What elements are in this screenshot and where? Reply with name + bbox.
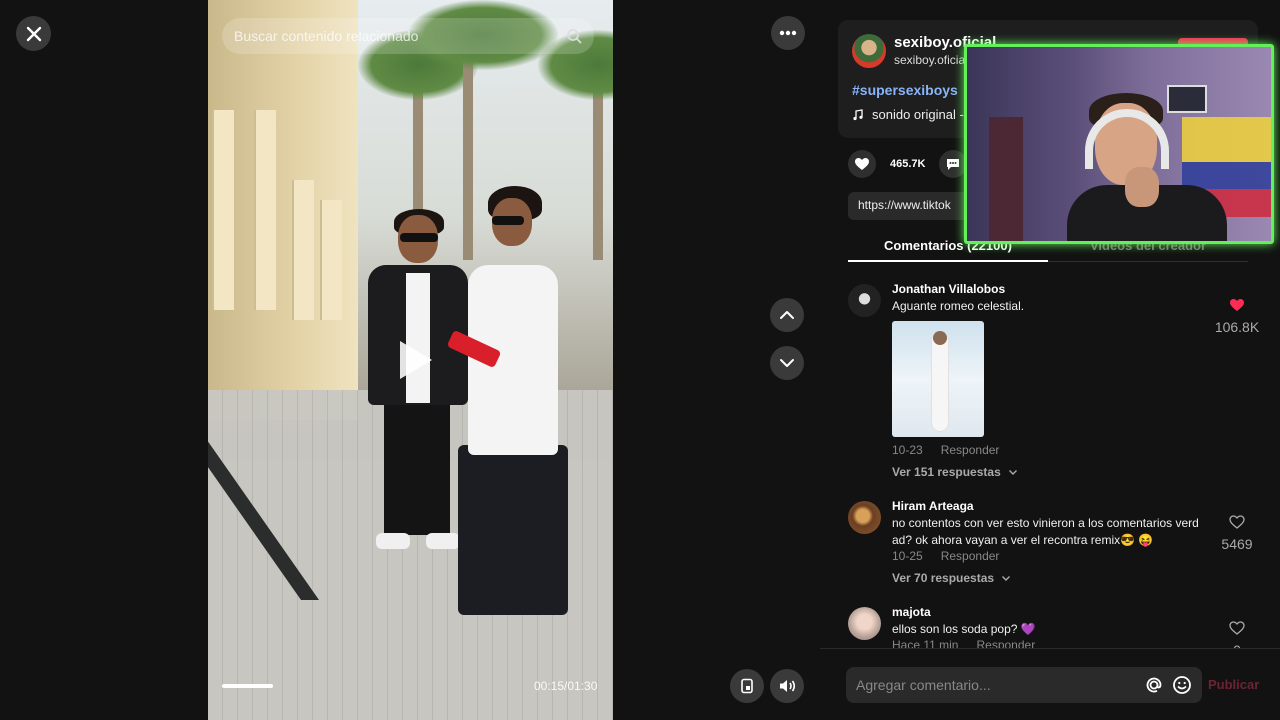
like-count: 465.7K [890, 158, 926, 170]
comment-like-count: 5469 [1221, 536, 1253, 552]
comment-input-box[interactable] [846, 667, 1202, 703]
comment-avatar[interactable] [848, 284, 881, 317]
comment-date: 10-25 [892, 549, 923, 563]
comment-item: Jonathan Villalobos Aguante romeo celest… [848, 280, 1260, 479]
previous-video-button[interactable] [770, 298, 804, 332]
reply-button[interactable]: Responder [941, 549, 1000, 563]
related-search-input[interactable] [234, 28, 566, 44]
comment-author[interactable]: majota [892, 603, 1202, 621]
search-icon[interactable] [566, 28, 582, 44]
hashtag-link[interactable]: #supersexiboys [852, 82, 958, 98]
comment-date: Hace 11 min [892, 638, 959, 648]
pip-button[interactable] [730, 669, 764, 703]
webcam-door [989, 117, 1023, 241]
reply-button[interactable]: Responder [941, 443, 1000, 457]
comment-bubble-icon [947, 159, 960, 170]
mention-icon[interactable] [1144, 675, 1164, 695]
comment-avatar[interactable] [848, 501, 881, 534]
engagement-stats: 465.7K [848, 150, 968, 178]
video-person-left [368, 209, 468, 635]
next-video-button[interactable] [770, 346, 804, 380]
comment-input[interactable] [856, 677, 1144, 693]
comment-composer: Publicar [820, 648, 1280, 720]
comment-author[interactable]: Jonathan Villalobos [892, 280, 1202, 298]
video-scene-column [254, 110, 276, 310]
music-note-icon [853, 108, 863, 120]
heart-outline-icon [1229, 515, 1245, 529]
heart-outline-icon [1229, 621, 1245, 635]
author-handle[interactable]: sexiboy.oficial [894, 53, 968, 67]
comment-author[interactable]: Hiram Arteaga [892, 497, 1202, 515]
active-tab-indicator [848, 260, 1048, 262]
view-replies-button[interactable]: Ver 70 respuestas [892, 571, 1202, 585]
comment-list[interactable]: Jonathan Villalobos Aguante romeo celest… [848, 280, 1260, 648]
webcam-overlay [964, 44, 1274, 244]
more-options-button[interactable] [771, 16, 805, 50]
view-replies-label: Ver 151 respuestas [892, 465, 1001, 479]
comment-like-count: 106.8K [1214, 319, 1260, 335]
comment-like-button[interactable]: 5469 [1214, 515, 1260, 552]
comment-like-button[interactable]: 0 [1214, 621, 1260, 648]
close-icon [26, 26, 41, 41]
playback-time: 00:15/01:30 [534, 679, 598, 693]
progress-bar[interactable] [222, 684, 522, 688]
like-button[interactable] [848, 150, 876, 178]
webcam-wall-picture [1167, 85, 1207, 113]
picture-in-picture-icon [741, 678, 753, 694]
author-avatar[interactable] [852, 34, 886, 68]
emoji-icon[interactable] [1172, 675, 1192, 695]
video-scene-column [320, 200, 342, 320]
close-button[interactable] [16, 16, 51, 51]
comment-text: Aguante romeo celestial. [892, 299, 1025, 313]
more-horizontal-icon [779, 30, 797, 36]
chevron-down-icon [1009, 470, 1018, 475]
webcam-person-hand [1125, 167, 1159, 207]
comment-date: 10-23 [892, 443, 923, 457]
heart-filled-icon [1230, 299, 1244, 311]
comment-item: Hiram Arteaga no contentos con ver esto … [848, 497, 1260, 585]
chevron-up-icon [780, 311, 794, 319]
progress-fill [222, 684, 273, 688]
comment-text: no contentos con ver esto vinieron a los… [892, 516, 1199, 547]
view-replies-button[interactable]: Ver 151 respuestas [892, 465, 1202, 479]
play-icon[interactable] [388, 335, 438, 385]
reply-button[interactable]: Responder [976, 638, 1035, 648]
comment-text: ellos son los soda pop? 💜 [892, 622, 1036, 636]
video-scene-column [212, 110, 234, 310]
chevron-down-icon [780, 359, 794, 367]
sound-row[interactable]: sonido original - [852, 107, 964, 122]
comment-image[interactable] [892, 321, 984, 437]
comment-item: majota ellos son los soda pop? 💜 Hace 11… [848, 603, 1260, 648]
comment-like-button[interactable]: 106.8K [1214, 298, 1260, 335]
video-scene-column [292, 180, 314, 320]
related-search-bar[interactable] [222, 18, 594, 54]
heart-icon [855, 158, 869, 170]
comment-avatar[interactable] [848, 607, 881, 640]
video-player-area: 00:15/01:30 [0, 0, 820, 720]
publish-button[interactable]: Publicar [1208, 677, 1259, 692]
volume-icon [780, 680, 796, 692]
video-person-right [446, 186, 568, 650]
view-replies-label: Ver 70 respuestas [892, 571, 995, 585]
chevron-down-icon [1002, 576, 1011, 581]
volume-button[interactable] [770, 669, 804, 703]
sound-label: sonido original - [872, 107, 964, 122]
